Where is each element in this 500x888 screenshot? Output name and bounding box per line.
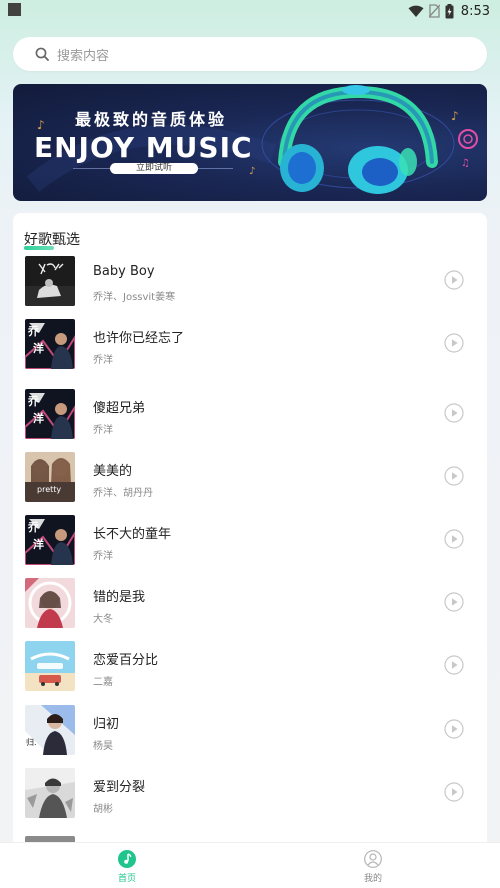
nav-mine-tab[interactable]: 我的 [323, 843, 423, 888]
nav-home-tab[interactable]: 首页 [77, 843, 177, 888]
album-cover: 乔 洋 [25, 319, 75, 369]
nav-home-label: 首页 [117, 874, 136, 884]
song-artist: 乔洋 [93, 355, 113, 366]
svg-text:乔: 乔 [27, 520, 40, 534]
play-icon[interactable] [444, 333, 464, 353]
album-cover: 乔 洋 [25, 389, 75, 439]
status-bar: 8:53 [0, 0, 500, 22]
play-icon[interactable] [444, 270, 464, 290]
song-title: 长不大的童年 [93, 527, 172, 542]
song-row[interactable]: 乔 洋 也许你已经忘了 乔洋 [13, 318, 487, 374]
listen-now-button[interactable]: 立即试听 [110, 163, 198, 174]
song-row[interactable]: 归. 归初 杨昊 [13, 704, 487, 760]
play-icon[interactable] [444, 782, 464, 802]
song-artist: 乔洋 [93, 425, 113, 436]
song-artist: 乔洋 [93, 551, 113, 562]
battery-icon [445, 3, 454, 18]
section-title: 好歌甄选 [24, 232, 80, 248]
song-row[interactable]: Baby Boy 乔洋、Jossvit姜寒 [13, 255, 487, 311]
album-cover [25, 641, 75, 691]
album-cover [25, 256, 75, 306]
no-sim-icon [428, 4, 440, 18]
nav-mine-label: 我的 [363, 874, 382, 884]
banner-subtitle: 最极致的音质体验 [75, 110, 228, 129]
song-row[interactable]: 恋爱百分比 二嘉 [13, 640, 487, 696]
song-title: 也许你已经忘了 [93, 331, 185, 346]
wifi-icon [408, 5, 424, 17]
song-artist: 大冬 [93, 614, 113, 625]
album-cover: pretty [25, 452, 75, 502]
play-icon[interactable] [444, 719, 464, 739]
play-icon[interactable] [444, 592, 464, 612]
svg-text:乔: 乔 [27, 324, 40, 338]
song-title: 美美的 [93, 464, 133, 479]
clock: 8:53 [460, 3, 490, 19]
song-list-card: 好歌甄选 Baby Boy 乔洋、Jossvit姜寒 乔 洋 也许你已经忘了 乔… [13, 213, 487, 853]
song-artist: 二嘉 [93, 677, 113, 688]
song-row[interactable]: 爱到分裂 胡彬 [13, 767, 487, 823]
album-cover: 乔 洋 [25, 515, 75, 565]
play-icon[interactable] [444, 403, 464, 423]
search-placeholder: 搜索内容 [57, 48, 110, 64]
play-icon[interactable] [444, 466, 464, 486]
song-title: 归初 [93, 717, 120, 732]
song-row[interactable]: 乔 洋 傻超兄弟 乔洋 [13, 388, 487, 444]
notification-icon [8, 3, 21, 16]
svg-text:洋: 洋 [33, 341, 44, 355]
svg-text:洋: 洋 [33, 411, 44, 425]
svg-text:pretty: pretty [37, 485, 61, 494]
song-artist: 胡彬 [93, 804, 113, 815]
music-note-icon [118, 850, 136, 868]
song-row[interactable]: pretty 美美的 乔洋、胡丹丹 [13, 451, 487, 507]
song-artist: 杨昊 [93, 741, 113, 752]
song-title: Baby Boy [93, 264, 155, 279]
album-cover [25, 578, 75, 628]
play-icon[interactable] [444, 529, 464, 549]
song-title: 爱到分裂 [93, 780, 146, 795]
promo-banner[interactable]: ♪ ♪ ♫ ♪ 最极致的音质体验 ENJOY MUSIC 立即试听 [13, 84, 487, 201]
song-row[interactable]: 错的是我 大冬 [13, 577, 487, 633]
svg-text:洋: 洋 [33, 537, 44, 551]
song-title: 傻超兄弟 [93, 401, 146, 416]
svg-text:♪: ♪ [37, 118, 45, 132]
svg-text:乔: 乔 [27, 394, 40, 408]
song-title: 恋爱百分比 [93, 653, 159, 668]
banner-title: ENJOY MUSIC [34, 131, 253, 164]
song-artist: 乔洋、胡丹丹 [93, 488, 153, 499]
user-profile-icon [364, 850, 382, 868]
search-input[interactable]: 搜索内容 [13, 37, 487, 71]
headphones-illustration [261, 85, 455, 194]
svg-text:♪: ♪ [249, 166, 255, 177]
svg-text:♫: ♫ [461, 158, 470, 169]
song-row[interactable]: 乔 洋 长不大的童年 乔洋 [13, 514, 487, 570]
svg-text:归.: 归. [26, 737, 37, 747]
play-icon[interactable] [444, 655, 464, 675]
song-artist: 乔洋、Jossvit姜寒 [93, 292, 176, 303]
album-cover: 归. [25, 705, 75, 755]
song-title: 错的是我 [93, 590, 146, 605]
bottom-nav: 首页 我的 [0, 842, 500, 888]
search-icon [35, 47, 49, 61]
album-cover [25, 768, 75, 818]
